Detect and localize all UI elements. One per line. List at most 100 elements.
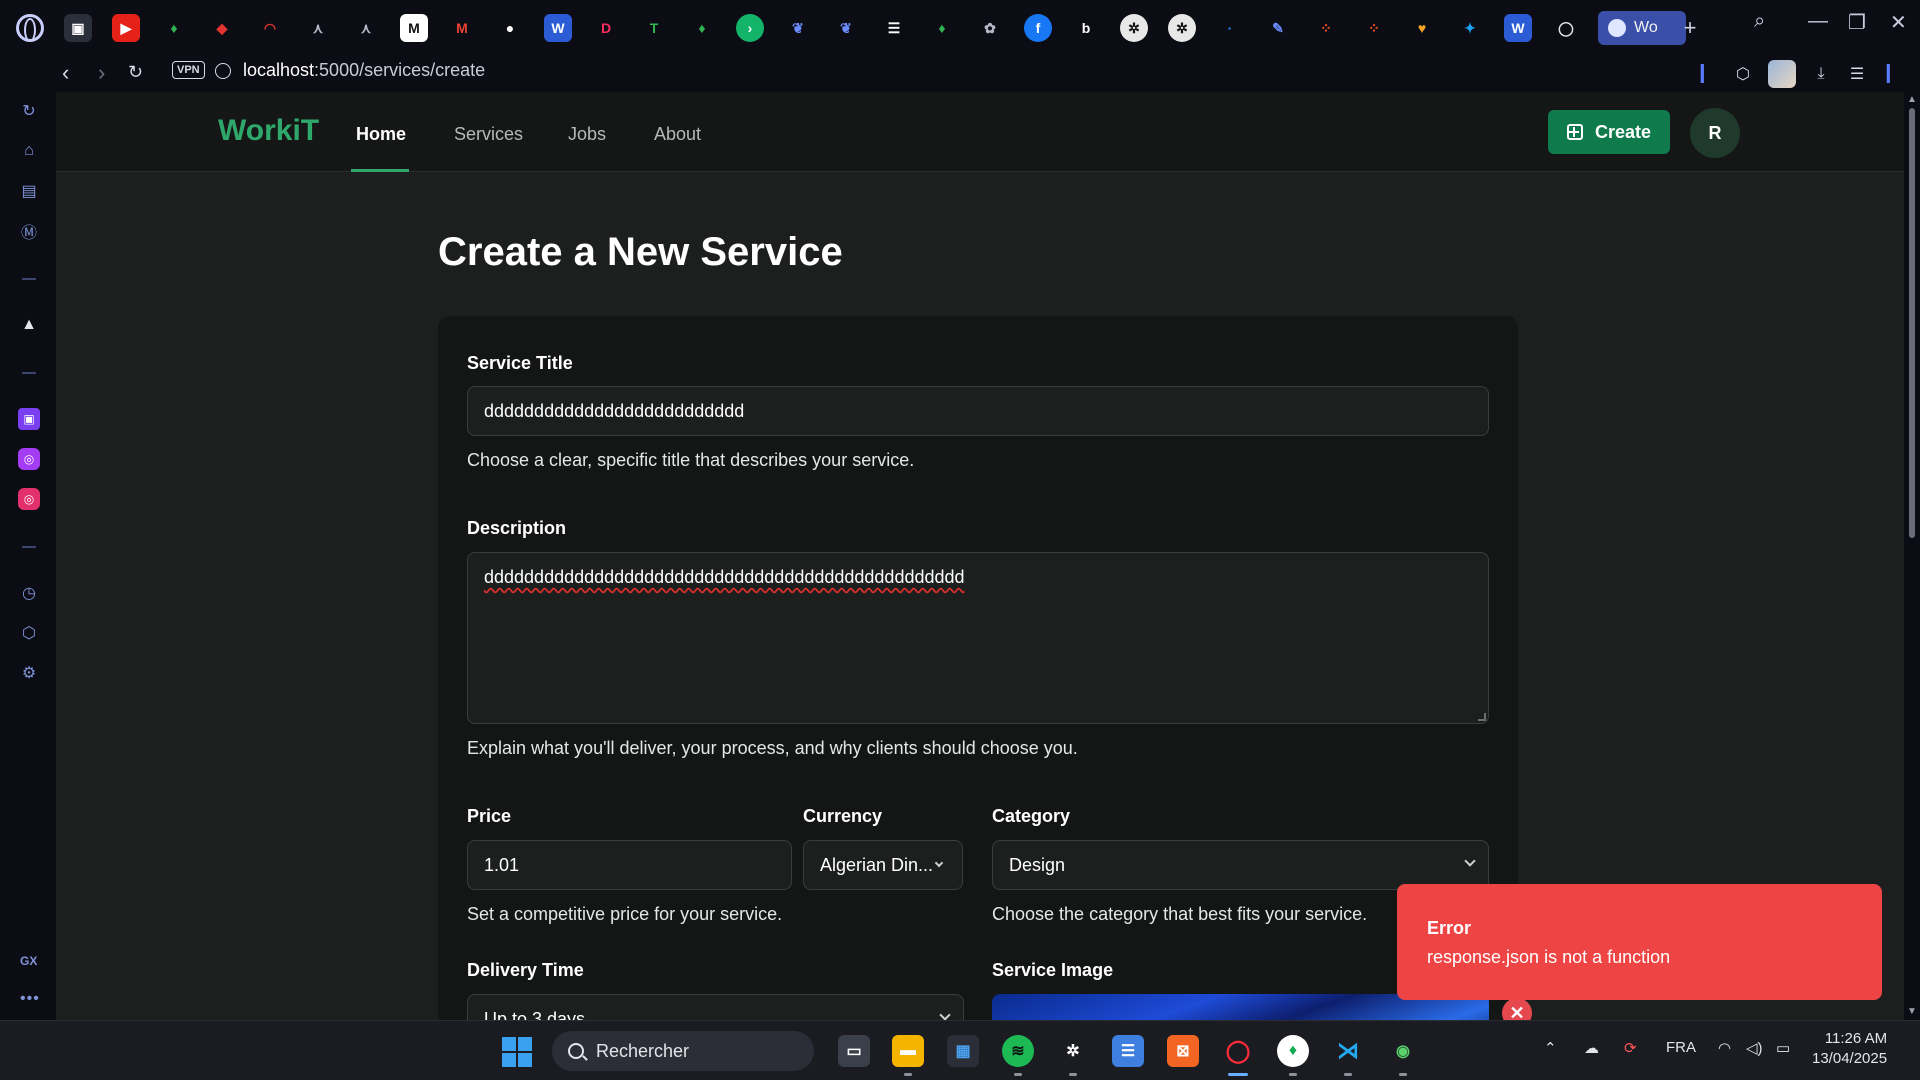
nav-services[interactable]: Services bbox=[454, 124, 523, 145]
resize-handle-icon[interactable] bbox=[1478, 713, 1486, 721]
category-select[interactable]: Design bbox=[992, 840, 1489, 890]
search-tabs-icon[interactable]: ⌕ bbox=[1754, 10, 1765, 33]
active-tab[interactable]: Wo bbox=[1598, 11, 1686, 45]
figma-tab-icon[interactable]: ⁘ bbox=[1312, 14, 1340, 42]
sq-tab-icon[interactable]: ☰ bbox=[880, 14, 908, 42]
messenger-icon[interactable]: ◎ bbox=[18, 448, 40, 470]
title-input[interactable]: dddddddddddddddddddddddddd bbox=[467, 386, 1489, 436]
bird-tab-icon[interactable]: ❦ bbox=[784, 14, 812, 42]
sidebar-toggle-icon[interactable]: ▎ bbox=[1882, 63, 1904, 85]
site-info-icon[interactable] bbox=[215, 63, 231, 79]
image-tab-icon[interactable]: ▣ bbox=[64, 14, 92, 42]
network-tab-icon-2[interactable]: ⋏ bbox=[352, 14, 380, 42]
windows-start-icon[interactable] bbox=[502, 1037, 532, 1067]
network-tab-icon[interactable]: ⋏ bbox=[304, 14, 332, 42]
reload-button[interactable]: ↻ bbox=[128, 62, 143, 83]
download-icon[interactable]: ⤓ bbox=[1810, 63, 1832, 85]
delivery-time-select[interactable]: Up to 3 days bbox=[467, 994, 964, 1020]
figma-tab-icon-2[interactable]: ⁘ bbox=[1360, 14, 1388, 42]
spotify-icon[interactable]: ≋ bbox=[1002, 1035, 1034, 1067]
github-tab-icon[interactable]: ● bbox=[496, 14, 524, 42]
cube-icon[interactable]: ⬡ bbox=[1732, 63, 1754, 85]
chatgpt-tab-icon[interactable]: ✲ bbox=[1120, 14, 1148, 42]
file-explorer-icon[interactable]: ▬ bbox=[892, 1035, 924, 1067]
user-avatar[interactable]: R bbox=[1690, 108, 1740, 158]
hotspot-icon[interactable]: ⌂ bbox=[18, 140, 40, 162]
scrollbar-thumb[interactable] bbox=[1909, 108, 1915, 538]
brand-logo[interactable]: WorkiT bbox=[218, 114, 319, 148]
nav-jobs[interactable]: Jobs bbox=[568, 124, 606, 145]
mastodon-tab-icon[interactable]: M bbox=[400, 14, 428, 42]
mongodb-tab-icon-2[interactable]: ♦ bbox=[688, 14, 716, 42]
instagram-icon[interactable]: ◎ bbox=[18, 488, 40, 510]
microsoft-store-icon[interactable]: ▦ bbox=[947, 1035, 979, 1067]
openai-tab-icon[interactable]: ✿ bbox=[976, 14, 1004, 42]
pen-tab-icon[interactable]: ✎ bbox=[1264, 14, 1292, 42]
minimize-button[interactable]: — bbox=[1808, 10, 1828, 33]
heart-tab-icon[interactable]: ♥ bbox=[1408, 14, 1436, 42]
url-field[interactable]: localhost:5000/services/create bbox=[243, 60, 485, 81]
close-window-button[interactable]: ✕ bbox=[1890, 10, 1907, 35]
input-language[interactable]: FRA bbox=[1666, 1039, 1696, 1056]
task-view-icon[interactable]: ▭ bbox=[838, 1035, 870, 1067]
twitch-icon[interactable]: ▣ bbox=[18, 408, 40, 430]
gx-label[interactable]: GX bbox=[20, 954, 37, 968]
tray-overflow-chevron-icon[interactable]: ⌃ bbox=[1544, 1039, 1557, 1057]
gauge-tab-icon[interactable]: ◠ bbox=[256, 14, 284, 42]
bluesky-tab-icon[interactable]: ✦ bbox=[1456, 14, 1484, 42]
menu-icon[interactable]: ☰ bbox=[1846, 63, 1868, 85]
facebook-tab-icon[interactable]: f bbox=[1024, 14, 1052, 42]
xampp-icon[interactable]: ⊠ bbox=[1167, 1035, 1199, 1067]
bird-tab-icon-2[interactable]: ❦ bbox=[832, 14, 860, 42]
remove-image-button[interactable]: ✕ bbox=[1502, 998, 1532, 1020]
battery-icon[interactable]: ▭ bbox=[1776, 1039, 1790, 1057]
t-badge-tab-icon[interactable]: T bbox=[640, 14, 668, 42]
scroll-down-arrow-icon[interactable]: ▼ bbox=[1907, 1006, 1917, 1017]
settings-gear-icon[interactable]: ⚙ bbox=[18, 662, 40, 684]
page-scrollbar[interactable]: ▲ ▼ bbox=[1904, 92, 1920, 1020]
dot-tab-icon[interactable]: · bbox=[1216, 14, 1244, 42]
description-textarea[interactable]: dddddddddddddddddddddddddddddddddddddddd… bbox=[467, 552, 1489, 724]
opera-gx-logo-icon[interactable] bbox=[16, 14, 44, 42]
volume-icon[interactable]: ◁) bbox=[1746, 1039, 1763, 1057]
mongodb-tab-icon[interactable]: ♦ bbox=[160, 14, 188, 42]
currency-select[interactable]: Algerian Din... bbox=[803, 840, 963, 890]
controls-icon[interactable]: ▤ bbox=[18, 180, 40, 202]
aria-icon[interactable]: ▲ bbox=[18, 314, 40, 336]
maximize-button[interactable]: ❐ bbox=[1848, 10, 1866, 35]
gmail-tab-icon[interactable]: M bbox=[448, 14, 476, 42]
profile-avatar[interactable] bbox=[1768, 60, 1796, 88]
error-toast[interactable]: Error response.json is not a function bbox=[1397, 884, 1882, 1000]
word-tab-icon[interactable]: W bbox=[544, 14, 572, 42]
scroll-up-arrow-icon[interactable]: ▲ bbox=[1907, 94, 1917, 105]
mongodb-tab-icon-3[interactable]: ♦ bbox=[928, 14, 956, 42]
b-tab-icon[interactable]: b bbox=[1072, 14, 1100, 42]
play-tab-icon[interactable]: › bbox=[736, 14, 764, 42]
xd-tab-icon[interactable]: D bbox=[592, 14, 620, 42]
messenger-m-icon[interactable]: Ⓜ bbox=[18, 220, 40, 242]
word-tab-icon-2[interactable]: W bbox=[1504, 14, 1532, 42]
opera-gx-app-icon[interactable]: ◯ bbox=[1222, 1035, 1254, 1067]
toolbox-tab-icon[interactable]: ◆ bbox=[208, 14, 236, 42]
vpn-badge[interactable]: VPN bbox=[172, 61, 205, 79]
wifi-icon[interactable]: ◠ bbox=[1718, 1039, 1731, 1057]
extensions-cube-icon[interactable]: ⬡ bbox=[18, 622, 40, 644]
circle-tab-icon[interactable]: ◯ bbox=[1552, 14, 1580, 42]
nav-about[interactable]: About bbox=[654, 124, 701, 145]
nav-home[interactable]: Home bbox=[356, 124, 406, 145]
mongodb-compass-icon[interactable]: ♦ bbox=[1277, 1035, 1309, 1067]
more-icon[interactable]: ••• bbox=[20, 990, 40, 1008]
new-tab-button[interactable]: + bbox=[1676, 14, 1704, 42]
notepad-icon[interactable]: ☰ bbox=[1112, 1035, 1144, 1067]
history-icon[interactable]: ◷ bbox=[18, 582, 40, 604]
edge-dev-icon[interactable]: ◉ bbox=[1387, 1035, 1419, 1067]
taskbar-search[interactable]: Rechercher bbox=[552, 1031, 814, 1071]
create-button[interactable]: Create bbox=[1548, 110, 1670, 154]
price-input[interactable]: 1.01 bbox=[467, 840, 792, 890]
onedrive-off-icon[interactable]: ☁ bbox=[1584, 1039, 1599, 1057]
forward-button[interactable]: › bbox=[98, 60, 105, 86]
youtube-tab-icon[interactable]: ▶ bbox=[112, 14, 140, 42]
vscode-icon[interactable]: ⋊ bbox=[1332, 1035, 1364, 1067]
sync-error-icon[interactable]: ⟳ bbox=[1624, 1039, 1637, 1057]
chatgpt-tab-icon-2[interactable]: ✲ bbox=[1168, 14, 1196, 42]
